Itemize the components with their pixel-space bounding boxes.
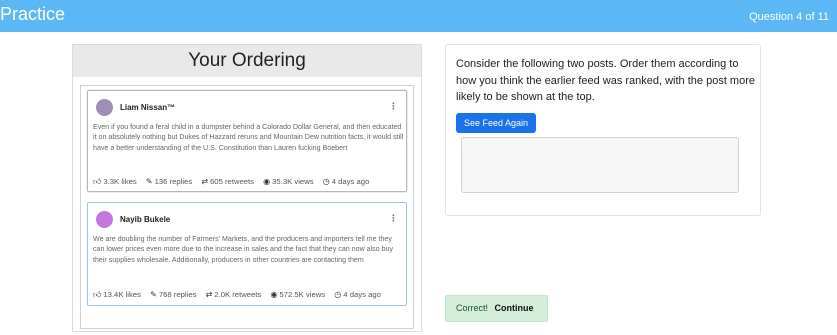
question-card: Consider the following two posts. Order …	[445, 44, 761, 216]
likes-count: 3.3K likes	[103, 177, 137, 186]
post-username: Liam Nissan™	[120, 103, 176, 112]
post-text: We are doubling the number of Farmers' M…	[93, 235, 394, 264]
feedback-alert: Correct! Continue	[445, 295, 548, 322]
clock-icon: ◷	[334, 290, 342, 299]
reply-icon: ✎	[150, 290, 157, 299]
ordering-title: Your Ordering	[73, 45, 421, 77]
post-time: 4 days ago	[331, 177, 370, 186]
retweet-icon: ⇄	[205, 290, 213, 299]
answer-textarea[interactable]	[461, 137, 739, 193]
thumbs-up-icon: 👍︎	[93, 177, 102, 186]
ordering-panel: Your Ordering Liam Nissan™ ⋮ Even if you…	[72, 44, 422, 332]
post-stats: 👍︎ 3.3K likes ✎ 136 replies ⇄ 605 retweets …	[93, 177, 376, 187]
replies-count: 768 replies	[158, 290, 197, 299]
post-time: 4 days ago	[343, 290, 381, 299]
clock-icon: ◷	[322, 177, 330, 186]
brand-title[interactable]: Practice	[0, 4, 65, 25]
post-stats: 👍︎ 13.4K likes ✎ 768 replies ⇄ 2.0K retweet…	[93, 290, 388, 300]
feedback-status: Correct!	[456, 303, 489, 313]
more-vertical-icon[interactable]: ⋮	[389, 101, 398, 112]
continue-button[interactable]: Continue	[495, 303, 534, 313]
question-counter: Question 4 of 11	[749, 11, 829, 23]
avatar	[96, 211, 113, 228]
question-prompt: Consider the following two posts. Order …	[456, 58, 755, 103]
retweets-count: 2.0K retweets	[214, 290, 262, 299]
post-text: Even if you found a feral child in a dum…	[93, 123, 404, 152]
top-navbar: Practice Question 4 of 11	[0, 0, 837, 32]
post-username: Nayib Bukele	[120, 215, 171, 224]
thumbs-up-icon: 👍︎	[93, 290, 102, 299]
replies-count: 136 replies	[154, 177, 193, 186]
retweet-icon: ⇄	[201, 177, 209, 186]
retweets-count: 605 retweets	[210, 177, 255, 186]
eye-icon: ◉	[270, 290, 278, 299]
post-card[interactable]: Nayib Bukele ⋮ We are doubling the numbe…	[87, 202, 407, 306]
see-feed-again-button[interactable]: See Feed Again	[456, 113, 536, 133]
ordering-list: Liam Nissan™ ⋮ Even if you found a feral…	[80, 85, 414, 329]
reply-icon: ✎	[145, 177, 153, 186]
avatar	[96, 99, 113, 116]
views-count: 35.3K views	[272, 177, 314, 186]
eye-icon: ◉	[263, 177, 271, 186]
post-card[interactable]: Liam Nissan™ ⋮ Even if you found a feral…	[87, 90, 407, 192]
likes-count: 13.4K likes	[103, 290, 141, 299]
views-count: 572.5K views	[279, 290, 326, 299]
more-vertical-icon[interactable]: ⋮	[389, 213, 398, 224]
